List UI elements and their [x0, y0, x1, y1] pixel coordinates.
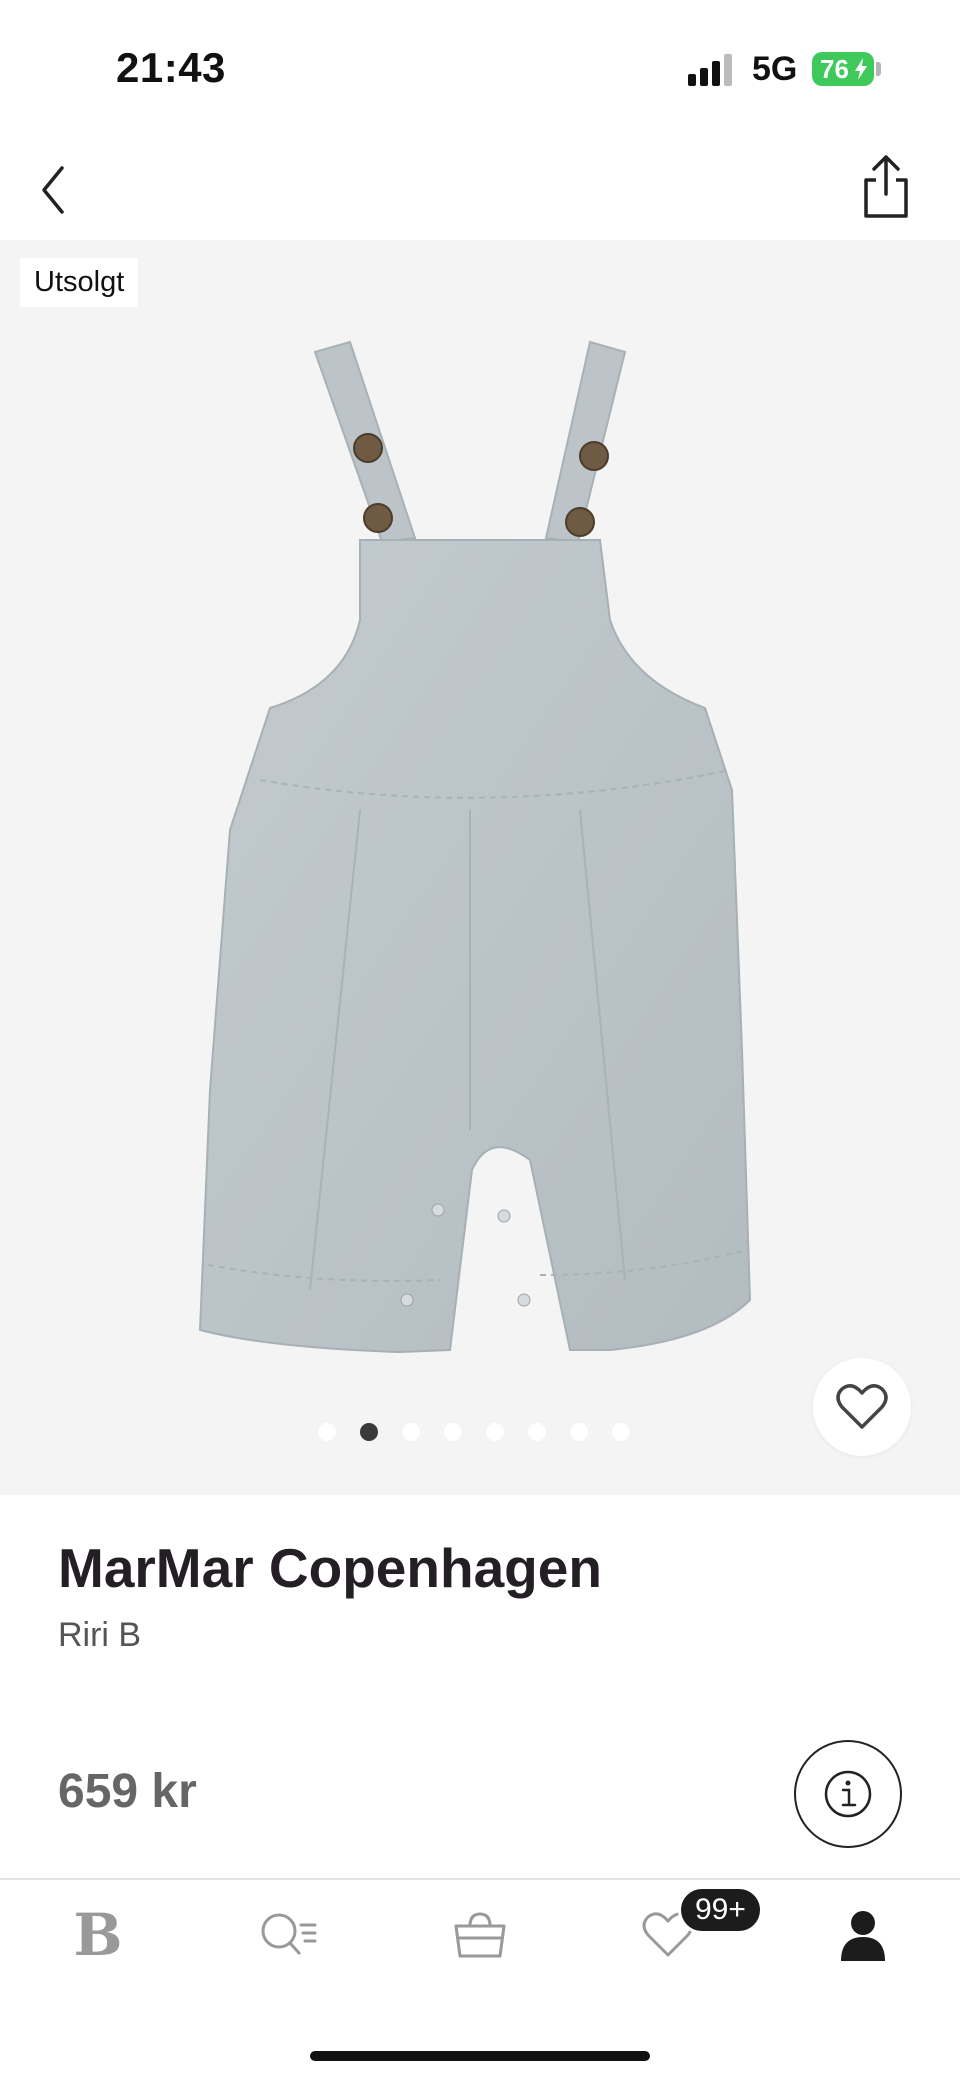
- top-nav: [0, 140, 960, 240]
- home-logo-icon: B: [73, 1901, 123, 1969]
- brand-name[interactable]: MarMar Copenhagen: [58, 1536, 602, 1600]
- shopping-bag-icon: [454, 1912, 506, 1958]
- info-icon: [824, 1770, 872, 1818]
- carousel-dot-active[interactable]: [360, 1423, 378, 1441]
- charging-bolt-icon: [855, 58, 867, 80]
- search-filter-icon: [261, 1913, 317, 1955]
- carousel-dot[interactable]: [402, 1423, 420, 1441]
- back-button[interactable]: [30, 160, 90, 220]
- carousel-dot[interactable]: [486, 1423, 504, 1441]
- tab-cart[interactable]: [445, 1900, 515, 1970]
- status-bar: 21:43 5G 76: [0, 0, 960, 140]
- tab-profile[interactable]: [828, 1900, 898, 1970]
- share-icon: [864, 155, 908, 218]
- status-time: 21:43: [116, 44, 226, 91]
- tab-home[interactable]: B: [63, 1900, 133, 1970]
- wishlist-count-badge: 99+: [678, 1886, 763, 1934]
- carousel-dot[interactable]: [528, 1423, 546, 1441]
- battery-cap: [876, 62, 881, 76]
- share-button[interactable]: [856, 154, 916, 220]
- signal-icon: [688, 54, 734, 86]
- battery-level: 76: [820, 54, 849, 84]
- info-button[interactable]: [794, 1740, 902, 1848]
- product-price: 659 kr: [58, 1765, 197, 1818]
- favorite-button[interactable]: [813, 1358, 911, 1456]
- carousel-dots[interactable]: [318, 1423, 630, 1441]
- network-type: 5G: [752, 50, 798, 88]
- carousel-dot[interactable]: [444, 1423, 462, 1441]
- carousel-dot[interactable]: [612, 1423, 630, 1441]
- home-indicator: [310, 2051, 650, 2061]
- dungarees-image: [198, 340, 752, 1354]
- tab-search[interactable]: [254, 1900, 324, 1970]
- carousel-dot[interactable]: [570, 1423, 588, 1441]
- product-name: Riri B: [58, 1616, 142, 1654]
- product-image-carousel[interactable]: Utsolgt: [0, 240, 960, 1495]
- battery-icon: 76: [812, 52, 874, 86]
- carousel-dot[interactable]: [318, 1423, 336, 1441]
- heart-icon: [836, 1384, 888, 1429]
- chevron-left-icon: [42, 166, 64, 214]
- profile-icon: [841, 1911, 885, 1961]
